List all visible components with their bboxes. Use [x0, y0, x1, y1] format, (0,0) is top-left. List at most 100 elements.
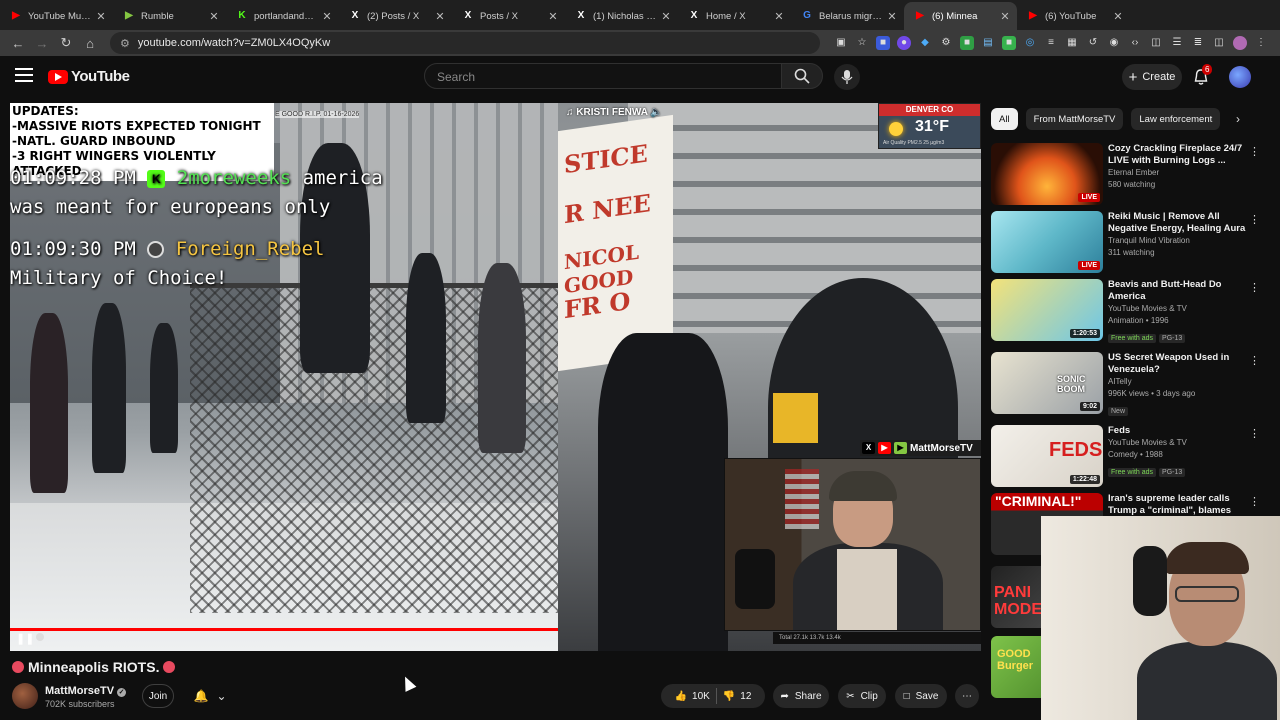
browser-tab[interactable]: X Posts / X ✕ — [452, 2, 565, 30]
channel-avatar[interactable] — [12, 683, 38, 709]
more-vertical-icon[interactable]: ⋮ — [1249, 145, 1260, 158]
more-vertical-icon[interactable]: ⋮ — [1249, 281, 1260, 294]
close-tab-icon[interactable]: ✕ — [1112, 10, 1124, 23]
extension-icon[interactable]: ≡ — [1044, 36, 1058, 50]
install-icon[interactable]: ▣ — [834, 36, 848, 50]
extension-icon[interactable]: ■ — [1002, 36, 1016, 50]
recommendation-item[interactable]: LIVE Reiki Music | Remove All Negative E… — [991, 211, 1266, 275]
extension-icon[interactable]: ■ — [876, 36, 890, 50]
close-tab-icon[interactable]: ✕ — [321, 10, 333, 23]
share-button[interactable]: ➦ Share — [773, 684, 829, 708]
browser-tab[interactable]: X (2) Posts / X ✕ — [339, 2, 452, 30]
video-progress-bar[interactable] — [10, 628, 558, 631]
chip-law-enforcement[interactable]: Law enforcement — [1131, 108, 1221, 130]
like-button[interactable]: 👍 10K — [675, 691, 710, 702]
recommendation-item[interactable]: 1:20:53 Beavis and Butt-Head Do America … — [991, 279, 1266, 343]
extension-icon[interactable]: ≣ — [1191, 36, 1205, 50]
join-button[interactable]: Join — [142, 684, 174, 708]
reload-icon[interactable]: ↻ — [54, 31, 78, 55]
profile-icon[interactable] — [1233, 36, 1247, 50]
extension-icon[interactable]: ◎ — [1023, 36, 1037, 50]
search-input[interactable]: Search — [424, 63, 782, 89]
browser-toolbar: ← → ↻ ⌂ ⚙ youtube.com/watch?v=ZM0LX4OQyK… — [0, 30, 1280, 56]
bookmark-star-icon[interactable]: ☆ — [855, 36, 869, 50]
browser-tab[interactable]: G Belarus migrant - ✕ — [791, 2, 904, 30]
more-vertical-icon[interactable]: ⋮ — [1249, 354, 1260, 367]
address-bar[interactable]: ⚙ youtube.com/watch?v=ZM0LX4OQyKw — [110, 32, 820, 54]
recommendation-item[interactable]: LIVE Cozy Crackling Fireplace 24/7 LIVE … — [991, 143, 1266, 207]
close-tab-icon[interactable]: ✕ — [999, 10, 1011, 23]
close-tab-icon[interactable]: ✕ — [95, 10, 107, 23]
site-info-icon[interactable]: ⚙ — [120, 37, 130, 50]
extension-icon[interactable]: ◆ — [918, 36, 932, 50]
clip-button[interactable]: ✂ Clip — [838, 684, 886, 708]
volume-knob[interactable] — [36, 633, 44, 641]
x-icon: X — [464, 10, 472, 21]
close-tab-icon[interactable]: ✕ — [547, 10, 559, 23]
recommendation-item[interactable]: SONIC BOOM 9:02 US Secret Weapon Used in … — [991, 352, 1266, 416]
tab-title: portlandandy Stre — [254, 10, 317, 22]
close-tab-icon[interactable]: ✕ — [773, 10, 785, 23]
search-button[interactable] — [781, 63, 823, 89]
chevron-right-icon[interactable]: › — [1236, 112, 1240, 126]
more-vertical-icon[interactable]: ⋮ — [1249, 213, 1260, 226]
browser-tab[interactable]: ▶ (6) YouTube ✕ — [1017, 2, 1130, 30]
menu-kebab-icon[interactable]: ⋮ — [1254, 36, 1268, 50]
more-vertical-icon[interactable]: ⋮ — [1249, 427, 1260, 440]
thumbnail-text: PANI MODE — [994, 584, 1042, 618]
hamburger-menu-icon[interactable] — [15, 68, 33, 84]
devtools-icon[interactable]: ‹› — [1128, 36, 1142, 50]
rec-stats: 580 watching — [1108, 180, 1156, 189]
rec-stats: 996K views • 3 days ago — [1108, 389, 1196, 398]
yt-music-icon: ▶ — [12, 10, 20, 21]
video-player[interactable]: STICE R NEE NICOL GOOD FR O UPDATES: -MA… — [10, 103, 981, 651]
puzzle-icon[interactable]: ▦ — [1065, 36, 1079, 50]
subscription-bell-button[interactable]: 🔔 ⌄ — [184, 684, 236, 708]
create-button[interactable]: + Create — [1122, 64, 1182, 90]
extension-icon[interactable]: ▤ — [981, 36, 995, 50]
close-tab-icon[interactable]: ✕ — [208, 10, 220, 23]
close-tab-icon[interactable]: ✕ — [660, 10, 672, 23]
extension-icon[interactable]: ⚙ — [939, 36, 953, 50]
protester-figure — [92, 303, 126, 473]
close-tab-icon[interactable]: ✕ — [886, 10, 898, 23]
extension-icon[interactable]: ◫ — [1212, 36, 1226, 50]
channel-name[interactable]: MattMorseTV ✓ — [45, 685, 127, 697]
extension-icon[interactable]: ● — [897, 36, 911, 50]
pause-button[interactable]: ❚❚ — [16, 632, 34, 645]
chat-timestamp: 01:09:30 PM — [10, 238, 136, 260]
browser-tab[interactable]: X (1) Nicholas J. Fue ✕ — [565, 2, 678, 30]
volume-slider[interactable] — [36, 633, 44, 644]
dislike-button[interactable]: 👎 12 — [723, 691, 752, 702]
logo-text: YouTube — [71, 68, 130, 85]
save-label: Save — [915, 690, 939, 702]
history-icon[interactable]: ↺ — [1086, 36, 1100, 50]
youtube-logo[interactable]: YouTube — [48, 68, 130, 85]
channel-name-text: MattMorseTV — [45, 685, 115, 697]
browser-tab[interactable]: ▶ (6) Minnea ✕ — [904, 2, 1017, 30]
sidepanel-icon[interactable]: ◫ — [1149, 36, 1163, 50]
chip-from-channel[interactable]: From MattMorseTV — [1025, 108, 1124, 130]
forward-icon[interactable]: → — [30, 31, 54, 55]
extension-icon[interactable]: ■ — [960, 36, 974, 50]
account-avatar[interactable] — [1229, 66, 1251, 88]
more-actions-button[interactable]: ⋯ — [955, 684, 979, 708]
extension-icon[interactable]: ☰ — [1170, 36, 1184, 50]
close-tab-icon[interactable]: ✕ — [434, 10, 446, 23]
back-icon[interactable]: ← — [6, 31, 30, 55]
browser-tab[interactable]: ▶ YouTube Music ✕ — [0, 2, 113, 30]
more-vertical-icon[interactable]: ⋮ — [1249, 495, 1260, 508]
chat-message: 01:09:30 PM Foreign_Rebel — [10, 238, 324, 260]
recommendation-item[interactable]: FEDS 1:22:48 Feds YouTube Movies & TV Com… — [991, 425, 1266, 489]
voice-search-button[interactable] — [834, 64, 860, 90]
chip-all[interactable]: All — [991, 108, 1018, 130]
browser-tab[interactable]: Kportlandandy Stre ✕ — [226, 2, 339, 30]
tab-title: Home / X — [706, 10, 746, 22]
browser-tab[interactable]: ▶ Rumble ✕ — [113, 2, 226, 30]
home-icon[interactable]: ⌂ — [78, 31, 102, 55]
browser-tab[interactable]: X Home / X ✕ — [678, 2, 791, 30]
save-button[interactable]: □ Save — [895, 684, 947, 708]
rec-title: Reiki Music | Remove All Negative Energy… — [1108, 211, 1246, 234]
notifications-button[interactable]: 6 — [1192, 64, 1213, 86]
extension-icon[interactable]: ◉ — [1107, 36, 1121, 50]
